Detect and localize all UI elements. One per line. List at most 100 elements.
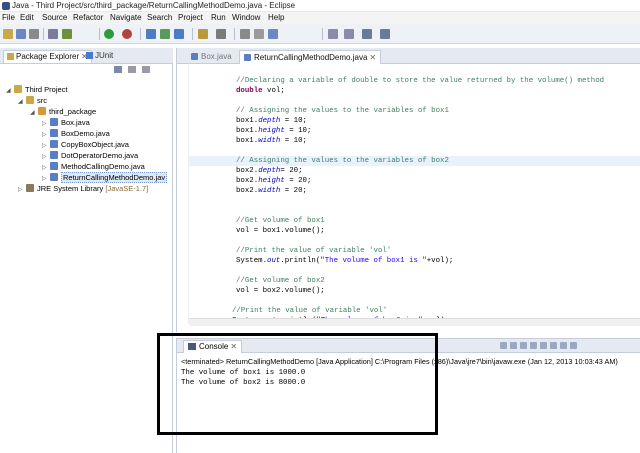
tab-label: ReturnCallingMethodDemo.java <box>254 53 368 62</box>
remove-launch-icon[interactable] <box>510 342 517 349</box>
tab-label: Box.java <box>201 52 232 61</box>
tab-return-calling-method-demo[interactable]: ReturnCallingMethodDemo.java ✕ <box>239 50 382 64</box>
tree-item-label: CopyBoxObject.java <box>61 140 129 149</box>
chevron-down-icon[interactable]: ◢ <box>6 86 14 97</box>
tree-item-file[interactable]: ▷ Box.java <box>42 117 90 128</box>
code-line: double vol; <box>236 87 285 95</box>
code-line: vol = box1.volume(); <box>236 227 325 235</box>
toolbar-separator <box>43 28 44 40</box>
toolbar-separator <box>140 28 141 40</box>
code-line: //Get volume of box2 <box>236 277 325 285</box>
close-icon[interactable]: ✕ <box>230 342 237 351</box>
new-package-icon[interactable] <box>160 29 170 39</box>
menu-window[interactable]: Window <box>232 13 260 22</box>
project-folder-icon <box>14 85 22 93</box>
chevron-down-icon[interactable]: ◢ <box>30 108 38 119</box>
menu-file[interactable]: File <box>2 13 15 22</box>
line-gutter <box>177 64 189 324</box>
tree-item-library[interactable]: ▷ JRE System Library [JavaSE-1.7] <box>18 183 148 194</box>
open-type-icon[interactable] <box>198 29 208 39</box>
menu-search[interactable]: Search <box>147 13 172 22</box>
search-icon[interactable] <box>216 29 226 39</box>
menu-source[interactable]: Source <box>42 13 67 22</box>
clear-console-icon[interactable] <box>530 342 537 349</box>
debug-icon[interactable] <box>48 29 58 39</box>
field-token: depth <box>258 117 281 125</box>
tree-item-label: BoxDemo.java <box>61 129 110 138</box>
horizontal-scrollbar[interactable] <box>189 318 640 326</box>
tab-console-label: Console <box>199 342 229 351</box>
view-toolbar <box>0 64 173 76</box>
code-line: //Print the value of variable 'vol' <box>232 307 388 315</box>
library-version-label: [JavaSE-1.7] <box>105 184 149 193</box>
collapse-all-icon[interactable] <box>114 66 122 73</box>
console-tab-bar: Console ✕ <box>177 339 640 353</box>
back-icon[interactable] <box>362 29 372 39</box>
tab-console[interactable]: Console ✕ <box>183 340 243 353</box>
java-file-icon <box>191 53 198 60</box>
tab-package-explorer[interactable]: Package Explorer ✕ <box>3 50 92 63</box>
toolbar-separator <box>192 28 193 40</box>
view-menu-icon[interactable] <box>142 66 150 73</box>
code-line: vol = box2.volume(); <box>236 287 325 295</box>
menu-edit[interactable]: Edit <box>20 13 34 22</box>
print-icon[interactable] <box>29 29 39 39</box>
close-icon[interactable]: ✕ <box>369 53 376 62</box>
terminate-icon[interactable] <box>500 342 507 349</box>
java-file-icon <box>50 151 58 159</box>
chevron-down-icon[interactable]: ◢ <box>18 97 26 108</box>
open-console-icon[interactable] <box>570 342 577 349</box>
new-class-icon[interactable] <box>174 29 184 39</box>
scroll-lock-icon[interactable] <box>540 342 547 349</box>
console-toolbar <box>497 342 637 350</box>
forward-icon[interactable] <box>380 29 390 39</box>
tree-item-file[interactable]: ▷ DotOperatorDemo.java <box>42 150 138 161</box>
new-icon[interactable] <box>3 29 13 39</box>
chevron-right-icon[interactable]: ▷ <box>18 185 26 196</box>
console-icon <box>188 343 196 350</box>
java-file-icon <box>244 54 251 61</box>
console-status: <terminated> ReturnCallingMethodDemo [Ja… <box>181 357 618 366</box>
java-file-icon <box>50 140 58 148</box>
pin-console-icon[interactable] <box>550 342 557 349</box>
pin-icon[interactable] <box>254 29 264 39</box>
tab-box-java[interactable]: Box.java <box>187 50 236 64</box>
save-icon[interactable] <box>16 29 26 39</box>
tree-item-src[interactable]: ◢ src <box>18 95 47 106</box>
external-tools-icon[interactable] <box>122 29 132 39</box>
menu-navigate[interactable]: Navigate <box>110 13 142 22</box>
new-java-project-icon[interactable] <box>146 29 156 39</box>
code-line: // Assigning the values to the variables… <box>236 107 449 115</box>
run-icon[interactable] <box>104 29 114 39</box>
tree-item-label: DotOperatorDemo.java <box>61 151 139 160</box>
menu-run[interactable]: Run <box>211 13 226 22</box>
tree-item-file[interactable]: ▷ BoxDemo.java <box>42 128 110 139</box>
code-editor: Box.java ReturnCallingMethodDemo.java ✕ /… <box>176 48 640 332</box>
code-line: //Declaring a variable of double to stor… <box>236 77 605 85</box>
toggle-mark-icon[interactable] <box>240 29 250 39</box>
menu-project[interactable]: Project <box>178 13 203 22</box>
tree-item-file[interactable]: ▷ CopyBoxObject.java <box>42 139 129 150</box>
tree-item-file[interactable]: ▷ MethodCallingDemo.java <box>42 161 145 172</box>
menu-refactor[interactable]: Refactor <box>73 13 103 22</box>
prev-annotation-icon[interactable] <box>344 29 354 39</box>
tree-item-label: ReturnCallingMethodDemo.jav <box>61 172 168 183</box>
code-line: box1.width = 10; <box>236 137 307 145</box>
gear-icon[interactable] <box>62 29 72 39</box>
menu-help[interactable]: Help <box>268 13 284 22</box>
link-with-editor-icon[interactable] <box>128 66 136 73</box>
next-annotation-icon[interactable] <box>328 29 338 39</box>
annotation-icon[interactable] <box>268 29 278 39</box>
tree-item-file-selected[interactable]: ▷ ReturnCallingMethodDemo.jav <box>42 172 168 183</box>
code-line: //Print the value of variable 'vol' <box>236 247 392 255</box>
remove-all-icon[interactable] <box>520 342 527 349</box>
source-folder-icon <box>26 96 34 104</box>
tree-item-label: MethodCallingDemo.java <box>61 162 145 171</box>
tab-junit[interactable]: JUnit <box>86 50 113 62</box>
tree-item-project[interactable]: ◢ Third Project <box>6 84 68 95</box>
display-console-icon[interactable] <box>560 342 567 349</box>
tree-item-label: Third Project <box>25 85 68 94</box>
tree-item-label: Box.java <box>61 118 90 127</box>
field-token: out <box>267 257 281 265</box>
tree-item-package[interactable]: ◢ third_package <box>30 106 96 117</box>
